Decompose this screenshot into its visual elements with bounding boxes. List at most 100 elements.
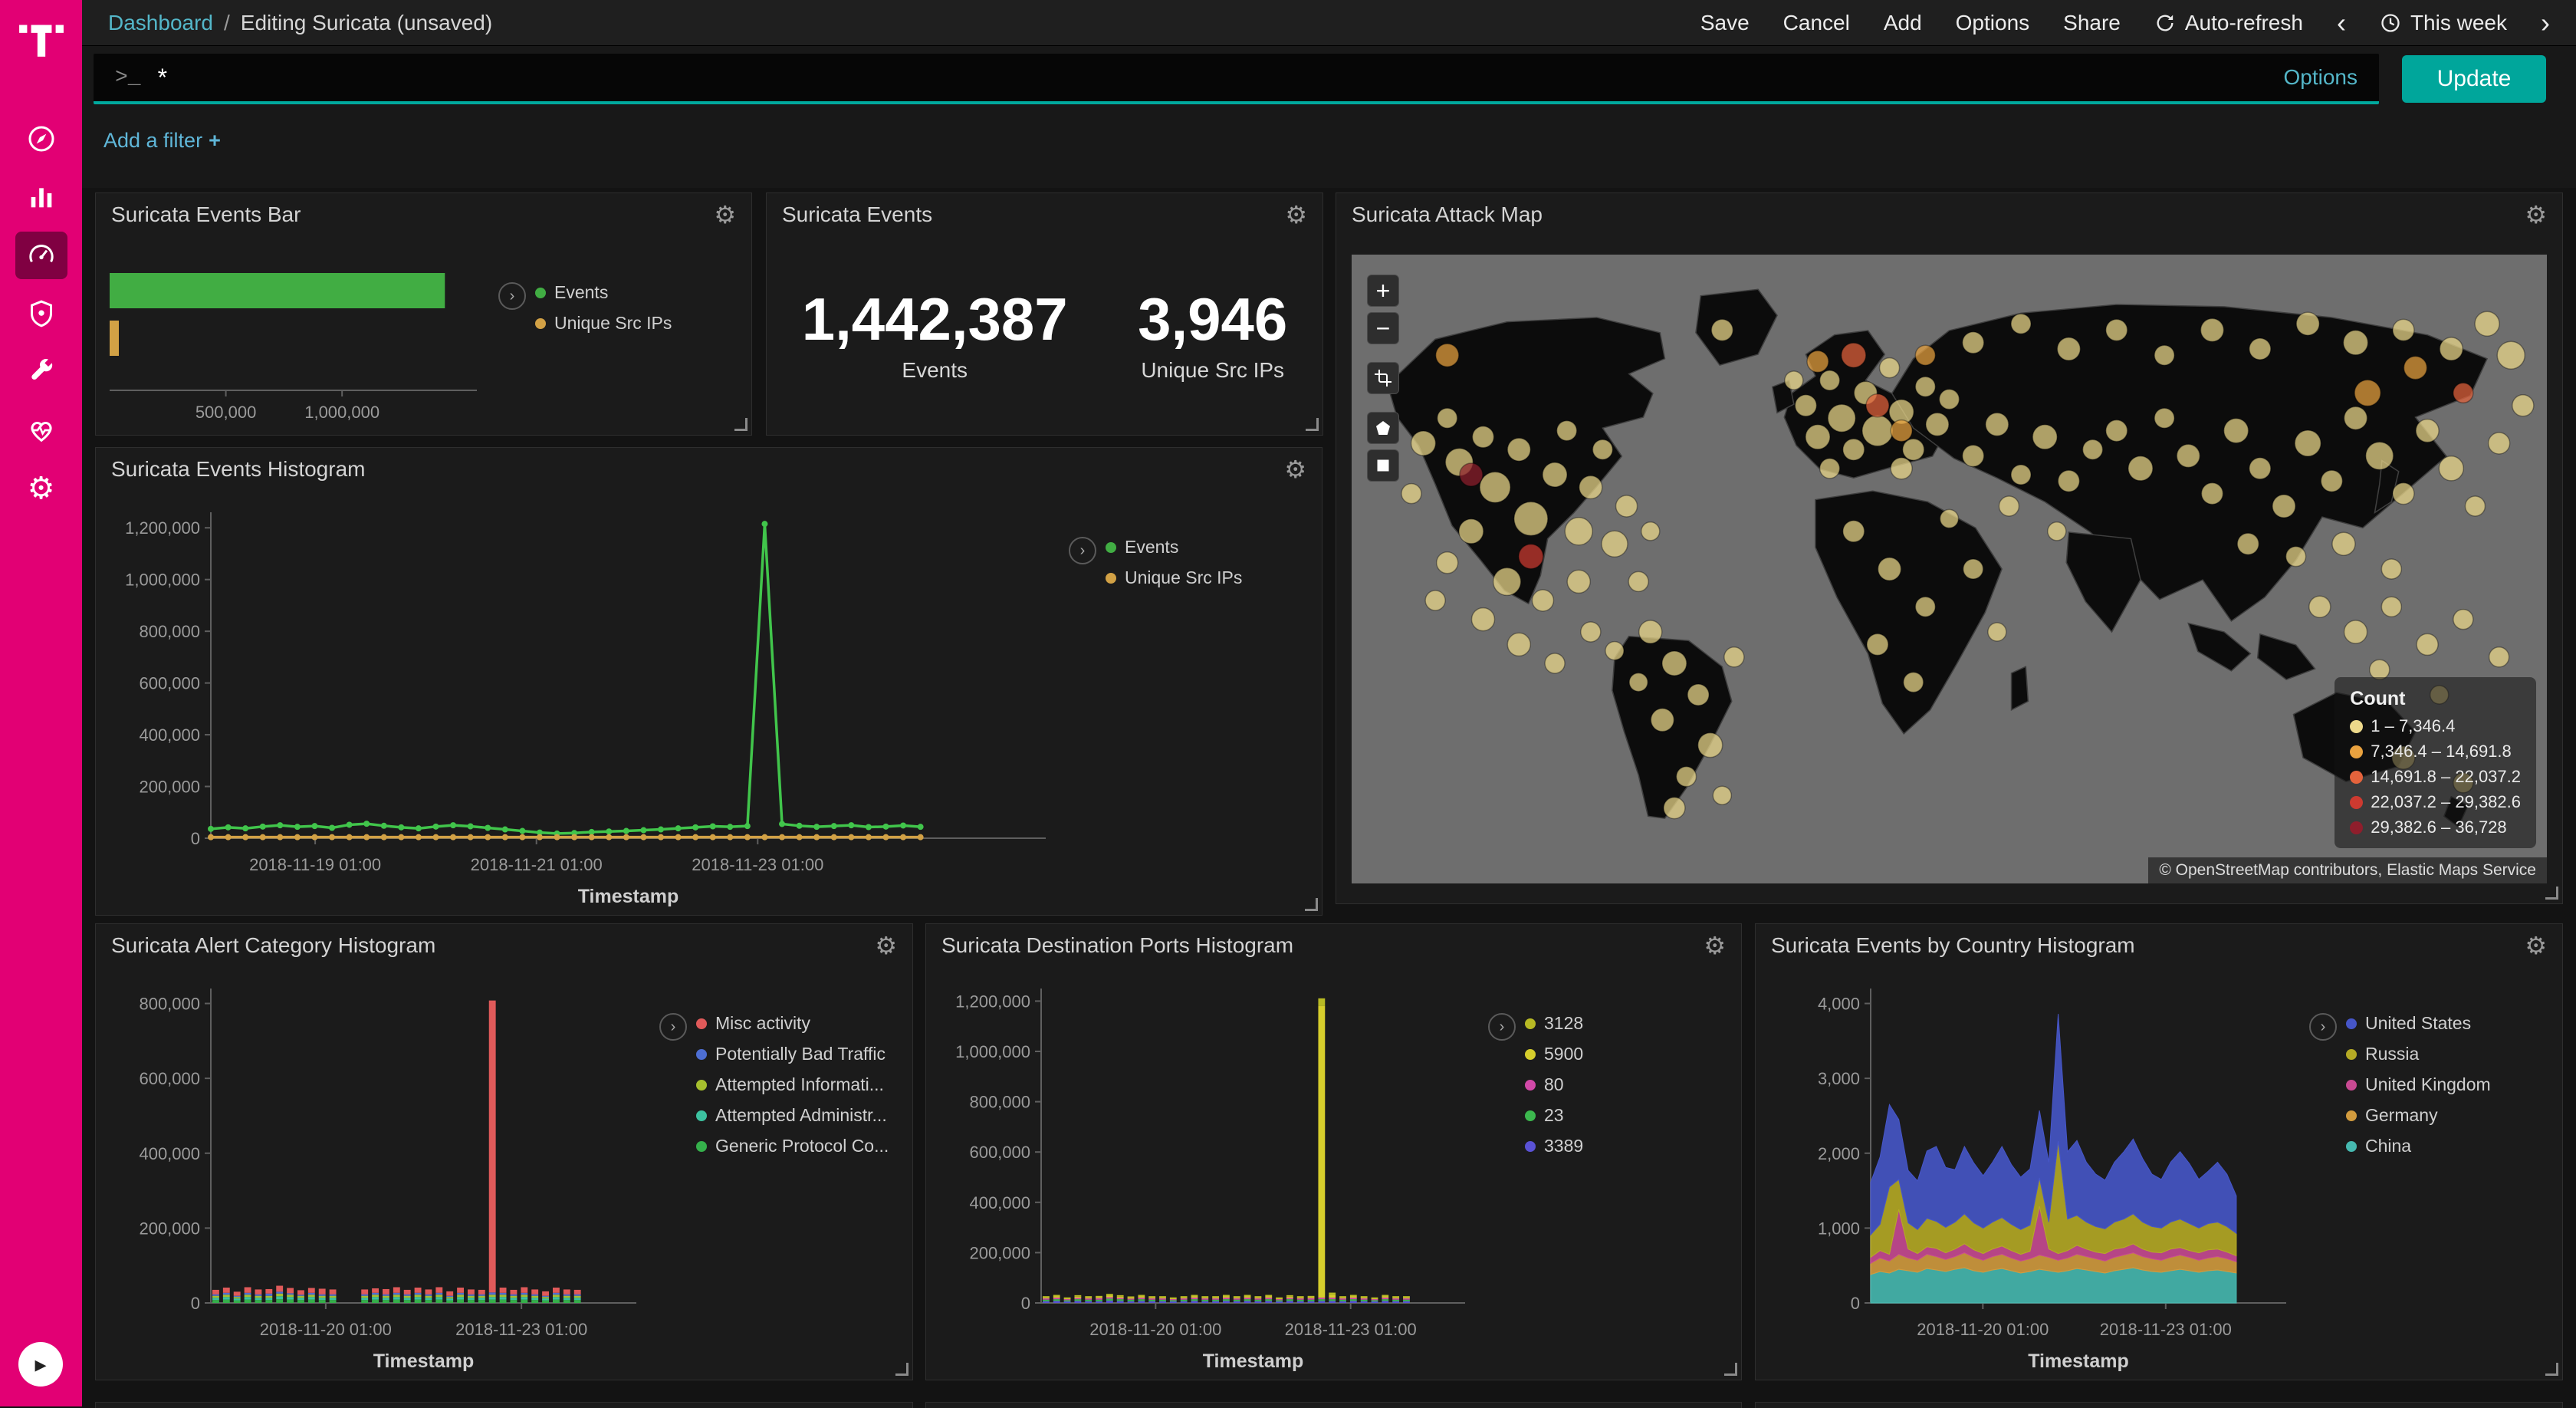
legend-item[interactable]: Events bbox=[1106, 537, 1242, 558]
gear-icon[interactable]: ⚙ bbox=[2525, 933, 2547, 958]
sidebar-item-timelion[interactable] bbox=[15, 290, 67, 337]
legend-item[interactable]: 23 bbox=[1525, 1105, 1583, 1126]
legend-color-dot bbox=[2350, 796, 2363, 809]
events-histogram-chart: 0200,000400,000600,000800,0001,000,0001,… bbox=[96, 491, 1069, 915]
legend-color-dot bbox=[1106, 542, 1116, 553]
svg-text:2018-11-21 01:00: 2018-11-21 01:00 bbox=[471, 855, 603, 874]
query-options-link[interactable]: Options bbox=[2284, 65, 2358, 90]
svg-text:1,000: 1,000 bbox=[1818, 1219, 1860, 1238]
svg-text:800,000: 800,000 bbox=[139, 995, 200, 1014]
chart-legend: Misc activity Potentially Bad Traffic Atte… bbox=[696, 1013, 889, 1156]
update-button[interactable]: Update bbox=[2402, 55, 2546, 103]
panel-title: Suricata Events bbox=[782, 202, 932, 227]
draw-polygon-button[interactable] bbox=[1367, 412, 1399, 444]
legend-item[interactable]: Potentially Bad Traffic bbox=[696, 1044, 889, 1064]
legend-item[interactable]: China bbox=[2346, 1136, 2491, 1156]
gear-icon[interactable]: ⚙ bbox=[714, 202, 736, 227]
legend-item[interactable]: 5900 bbox=[1525, 1044, 1583, 1064]
sidebar-item-management[interactable]: ⚙ bbox=[15, 465, 67, 512]
legend-toggle-button[interactable]: › bbox=[1069, 537, 1096, 564]
gear-icon[interactable]: ⚙ bbox=[1285, 202, 1307, 227]
legend-item[interactable]: 14,691.8 – 22,037.2 bbox=[2350, 767, 2521, 787]
sidebar-item-discover[interactable] bbox=[15, 115, 67, 163]
legend-item[interactable]: Russia bbox=[2346, 1044, 2491, 1064]
legend-toggle-button[interactable]: › bbox=[1488, 1013, 1516, 1041]
map-count-legend: Count 1 – 7,346.4 7,346.4 – 14,691.8 14,69… bbox=[2334, 677, 2536, 848]
legend-color-dot bbox=[2350, 771, 2363, 784]
map-legend-title: Count bbox=[2350, 688, 2521, 710]
legend-color-dot bbox=[2346, 1141, 2357, 1152]
legend-item[interactable]: 7,346.4 – 14,691.8 bbox=[2350, 742, 2521, 762]
events-bar-chart: 500,0001,000,000 bbox=[96, 236, 498, 435]
zoom-in-button[interactable]: + bbox=[1367, 275, 1399, 307]
panel-resize-handle[interactable] bbox=[2545, 887, 2558, 900]
options-button[interactable]: Options bbox=[1956, 11, 2030, 35]
sidebar-item-dev-tools[interactable] bbox=[15, 348, 67, 396]
time-forward-button[interactable]: › bbox=[2541, 9, 2550, 37]
draw-rectangle-button[interactable] bbox=[1367, 449, 1399, 482]
panel-resize-handle[interactable] bbox=[2545, 1363, 2558, 1376]
legend-item[interactable]: United States bbox=[2346, 1013, 2491, 1034]
legend-item[interactable]: 1 – 7,346.4 bbox=[2350, 716, 2521, 736]
crop-icon bbox=[1374, 369, 1392, 387]
query-bar[interactable]: >_ * Options bbox=[94, 54, 2379, 104]
svg-text:2018-11-20 01:00: 2018-11-20 01:00 bbox=[260, 1320, 392, 1339]
add-filter-link[interactable]: Add a filter+ bbox=[104, 129, 221, 153]
panel-resize-handle[interactable] bbox=[734, 418, 748, 431]
panel-resize-handle[interactable] bbox=[1305, 898, 1318, 911]
map-attribution: © OpenStreetMap contributors, Elastic Ma… bbox=[2148, 857, 2547, 883]
sidebar-collapse-button[interactable]: ▸ bbox=[18, 1342, 63, 1387]
legend-item[interactable]: Unique Src IPs bbox=[1106, 567, 1242, 588]
legend-color-dot bbox=[696, 1141, 707, 1152]
legend-item[interactable]: Unique Src IPs bbox=[535, 313, 672, 334]
legend-color-dot bbox=[1525, 1018, 1536, 1029]
svg-text:Timestamp: Timestamp bbox=[578, 886, 679, 907]
add-button[interactable]: Add bbox=[1884, 11, 1922, 35]
legend-item[interactable]: Attempted Administr... bbox=[696, 1105, 889, 1126]
legend-item[interactable]: Germany bbox=[2346, 1105, 2491, 1126]
svg-text:500,000: 500,000 bbox=[196, 403, 257, 422]
panel-resize-handle[interactable] bbox=[1306, 418, 1319, 431]
panel-resize-handle[interactable] bbox=[895, 1363, 909, 1376]
query-input[interactable]: * bbox=[158, 64, 2284, 92]
sidebar-item-visualize[interactable] bbox=[15, 173, 67, 221]
save-button[interactable]: Save bbox=[1700, 11, 1750, 35]
legend-toggle-button[interactable]: › bbox=[2309, 1013, 2337, 1041]
tmobile-logo-icon bbox=[18, 12, 65, 60]
legend-item[interactable]: Generic Protocol Co... bbox=[696, 1136, 889, 1156]
svg-text:0: 0 bbox=[1851, 1294, 1860, 1313]
metric-unique-src-ips: 3,946 Unique Src IPs bbox=[1138, 289, 1287, 383]
gear-icon[interactable]: ⚙ bbox=[2525, 202, 2547, 227]
legend-item[interactable]: Misc activity bbox=[696, 1013, 889, 1034]
sidebar-item-monitoring[interactable] bbox=[15, 406, 67, 454]
tmobile-logo[interactable] bbox=[0, 9, 82, 63]
legend-item[interactable]: 22,037.2 – 29,382.6 bbox=[2350, 792, 2521, 812]
breadcrumb-current: Editing Suricata (unsaved) bbox=[241, 11, 492, 35]
legend-item[interactable]: 3389 bbox=[1525, 1136, 1583, 1156]
legend-item[interactable]: 29,382.6 – 36,728 bbox=[2350, 817, 2521, 837]
legend-item[interactable]: 3128 bbox=[1525, 1013, 1583, 1034]
zoom-out-button[interactable]: − bbox=[1367, 312, 1399, 344]
gear-icon[interactable]: ⚙ bbox=[1704, 933, 1726, 958]
legend-item[interactable]: United Kingdom bbox=[2346, 1074, 2491, 1095]
legend-toggle-button[interactable]: › bbox=[498, 282, 526, 310]
svg-text:1,200,000: 1,200,000 bbox=[125, 518, 200, 538]
legend-toggle-button[interactable]: › bbox=[659, 1013, 687, 1041]
gear-icon[interactable]: ⚙ bbox=[1284, 457, 1306, 482]
world-map[interactable]: + − Count 1 – 7,346.47,346.4 – 1 bbox=[1352, 255, 2547, 883]
gear-icon[interactable]: ⚙ bbox=[875, 933, 897, 958]
svg-text:2018-11-23 01:00: 2018-11-23 01:00 bbox=[1285, 1320, 1417, 1339]
fit-data-bounds-button[interactable] bbox=[1367, 362, 1399, 394]
panel-resize-handle[interactable] bbox=[1724, 1363, 1737, 1376]
auto-refresh-button[interactable]: Auto-refresh bbox=[2154, 11, 2303, 35]
sidebar-item-dashboard[interactable] bbox=[15, 232, 67, 279]
legend-item[interactable]: Attempted Informati... bbox=[696, 1074, 889, 1095]
breadcrumb-dashboard-link[interactable]: Dashboard bbox=[108, 11, 213, 35]
legend-item[interactable]: Events bbox=[535, 282, 672, 303]
legend-item[interactable]: 80 bbox=[1525, 1074, 1583, 1095]
time-back-button[interactable]: ‹ bbox=[2337, 9, 2346, 37]
plus-icon: + bbox=[209, 129, 221, 152]
time-range-picker[interactable]: This week bbox=[2380, 11, 2507, 35]
share-button[interactable]: Share bbox=[2063, 11, 2121, 35]
cancel-button[interactable]: Cancel bbox=[1783, 11, 1850, 35]
